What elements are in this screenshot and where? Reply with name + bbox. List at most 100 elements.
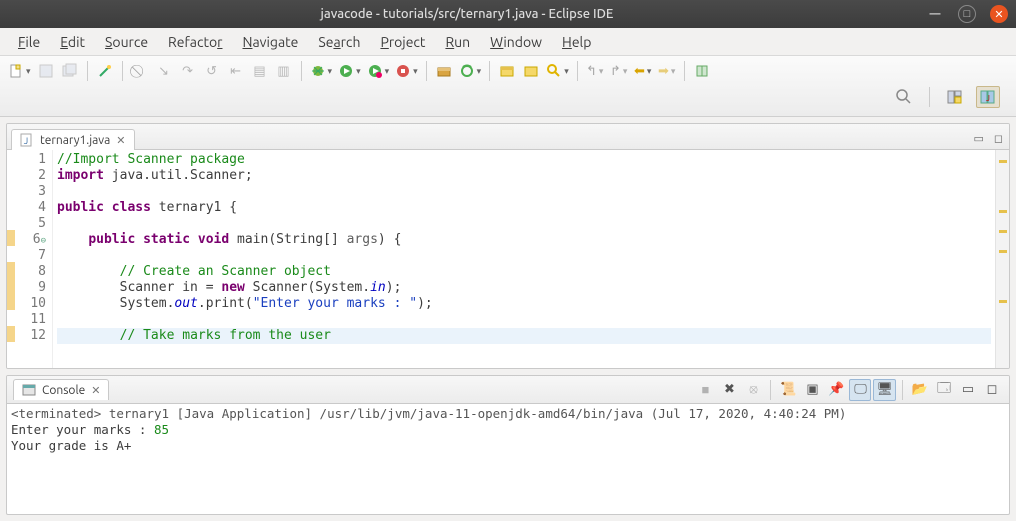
menu-search[interactable]: Search (310, 30, 368, 54)
external-tools-button[interactable] (393, 60, 420, 82)
terminate-icon[interactable]: ■ (694, 379, 716, 401)
step-over-icon[interactable]: ↷ (177, 60, 199, 82)
java-file-icon: J (20, 133, 34, 147)
new-class-button[interactable] (457, 60, 484, 82)
pin-icon[interactable]: 📌 (825, 379, 847, 401)
code-line[interactable]: public class ternary1 { (57, 200, 991, 216)
marker (7, 198, 15, 214)
run-button[interactable] (336, 60, 363, 82)
console-tab-label: Console (42, 384, 85, 397)
window-maximize-button[interactable] (958, 5, 976, 23)
close-console-icon[interactable]: ✕ (91, 384, 100, 397)
menu-edit[interactable]: Edit (52, 30, 93, 54)
pin-editor-button[interactable] (691, 60, 713, 82)
max-icon[interactable]: ◻ (981, 379, 1003, 401)
overview-ruler[interactable] (995, 150, 1009, 368)
line-number[interactable]: 8 (15, 264, 46, 280)
line-number[interactable]: 1 (15, 152, 46, 168)
line-number[interactable]: 5 (15, 216, 46, 232)
menu-source[interactable]: Source (97, 30, 156, 54)
min-icon[interactable]: ▭ (957, 379, 979, 401)
code-line[interactable] (57, 216, 991, 232)
close-tab-icon[interactable]: ✕ (116, 134, 125, 147)
marker (7, 294, 15, 310)
line-number[interactable]: 12 (15, 328, 46, 344)
line-number[interactable]: 11 (15, 312, 46, 328)
debug-button[interactable] (308, 60, 335, 82)
marker (7, 182, 15, 198)
wand-icon[interactable] (94, 60, 116, 82)
console-output[interactable]: <terminated> ternary1 [Java Application]… (7, 404, 1009, 514)
back-button[interactable]: ⬅ (632, 60, 654, 82)
console-line-prompt: Enter your marks : (11, 422, 154, 437)
menu-window[interactable]: Window (482, 30, 550, 54)
code-editor[interactable]: 123456⊖789101112 //Import Scanner packag… (7, 150, 1009, 368)
maximize-pane-icon[interactable]: ◻ (992, 132, 1005, 145)
code-line[interactable]: public static void main(String[] args) { (57, 232, 991, 248)
new-button[interactable] (6, 60, 33, 82)
window-close-button[interactable] (990, 5, 1008, 23)
run-last-button[interactable] (365, 60, 392, 82)
new-package-button[interactable] (433, 60, 455, 82)
open-console-icon[interactable]: 📂 (909, 379, 931, 401)
code-line[interactable] (57, 312, 991, 328)
line-number[interactable]: 9 (15, 280, 46, 296)
menu-navigate[interactable]: Navigate (234, 30, 306, 54)
search-button[interactable] (544, 60, 571, 82)
menu-project[interactable]: Project (372, 30, 433, 54)
main-toolbar: ⃠ ↘ ↷ ↺ ⇤ ▤ ▥ ↰ ↱ ⬅ ➡ J (0, 56, 1016, 117)
code-line[interactable]: System.out.print("Enter your marks : "); (57, 296, 991, 312)
window-minimize-button[interactable] (926, 5, 944, 23)
suspend-icon[interactable]: ▥ (273, 60, 295, 82)
java-perspective-button[interactable]: J (976, 86, 1000, 108)
step-into-icon[interactable]: ↘ (153, 60, 175, 82)
line-number[interactable]: 7 (15, 248, 46, 264)
save-all-button[interactable] (59, 60, 81, 82)
forward-button[interactable]: ➡ (656, 60, 678, 82)
remove-all-icon[interactable]: ⦻ (742, 379, 764, 401)
menubar: FileEditSourceRefactorNavigateSearchProj… (0, 28, 1016, 56)
console-tab[interactable]: Console ✕ (13, 379, 109, 400)
code-line[interactable]: // Create an Scanner object (57, 264, 991, 280)
open-perspective-button[interactable] (944, 86, 966, 108)
code-line[interactable]: Scanner in = new Scanner(System.in); (57, 280, 991, 296)
menu-refactor[interactable]: Refactor (160, 30, 230, 54)
next-annotation-button[interactable]: ↱ (608, 60, 630, 82)
code-line[interactable]: import java.util.Scanner; (57, 168, 991, 184)
svg-text:J: J (24, 136, 28, 146)
console-pane: Console ✕ ■✖⦻ 📜▣📌🖵🖥 📂🗔▭◻ <terminated> tern… (6, 375, 1010, 515)
console-icon (22, 383, 36, 397)
line-number[interactable]: 4 (15, 200, 46, 216)
new-console-icon[interactable]: 🗔 (933, 379, 955, 401)
code-line[interactable]: //Import Scanner package (57, 152, 991, 168)
quick-access-search-icon[interactable] (893, 86, 915, 108)
editor-tab-ternary1[interactable]: J ternary1.java ✕ (11, 129, 135, 150)
menu-file[interactable]: File (10, 30, 48, 54)
open-task-button[interactable] (520, 60, 542, 82)
line-number[interactable]: 2 (15, 168, 46, 184)
marker (7, 166, 15, 182)
line-number[interactable]: 10 (15, 296, 46, 312)
minimize-pane-icon[interactable]: ▭ (971, 132, 985, 145)
menu-run[interactable]: Run (437, 30, 478, 54)
code-line[interactable]: // Take marks from the user (57, 328, 991, 344)
menu-help[interactable]: Help (554, 30, 599, 54)
drop-frame-icon[interactable]: ⇤ (225, 60, 247, 82)
code-line[interactable] (57, 248, 991, 264)
display-icon[interactable]: 🖵 (849, 379, 871, 401)
prev-annotation-button[interactable]: ↰ (584, 60, 606, 82)
marker (7, 310, 15, 326)
step-return-icon[interactable]: ↺ (201, 60, 223, 82)
code-line[interactable] (57, 184, 991, 200)
save-button[interactable] (35, 60, 57, 82)
skip-breakpoints-icon[interactable]: ⃠ (129, 60, 151, 82)
resume-icon[interactable]: ▤ (249, 60, 271, 82)
svg-text:J: J (986, 94, 990, 103)
line-number[interactable]: 6⊖ (15, 232, 46, 248)
line-number[interactable]: 3 (15, 184, 46, 200)
display2-icon[interactable]: 🖥 (873, 379, 896, 401)
open-type-button[interactable] (496, 60, 518, 82)
scroll-lock-icon[interactable]: 📜 (777, 379, 799, 401)
remove-icon[interactable]: ✖ (718, 379, 740, 401)
show-console-icon[interactable]: ▣ (801, 379, 823, 401)
